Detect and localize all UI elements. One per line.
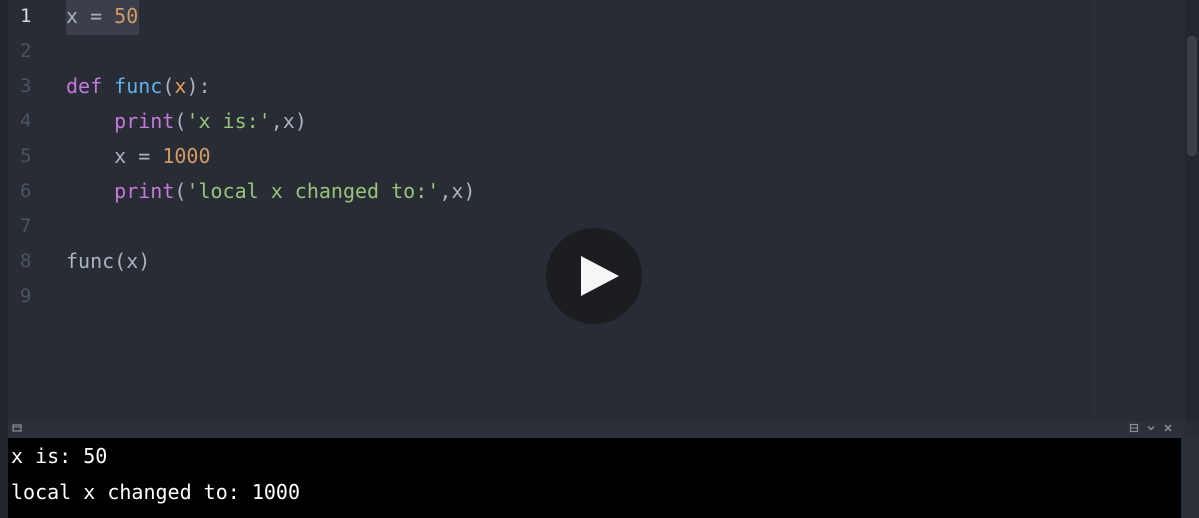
line-number: 6 <box>20 180 32 202</box>
code-token-paren: ( <box>174 109 187 133</box>
code-token-variable: x <box>114 144 127 168</box>
wrap-guide <box>1094 0 1095 421</box>
code-line-8[interactable]: func(x) <box>66 245 150 280</box>
code-line-6[interactable]: print('local x changed to:',x) <box>66 175 475 210</box>
code-token-number: 50 <box>114 4 139 28</box>
line-number: 3 <box>20 75 32 97</box>
output-panel-header <box>8 421 1185 438</box>
code-token-rest: ,x) <box>270 109 307 133</box>
line-number: 4 <box>20 110 32 132</box>
chevron-down-icon[interactable] <box>1145 423 1157 435</box>
line-number: 1 <box>20 5 32 27</box>
code-line-4[interactable]: print('x is:',x) <box>66 105 307 140</box>
output-console[interactable]: x is: 50 local x changed to: 1000 <box>8 438 1181 518</box>
code-token-keyword: def <box>66 74 103 98</box>
line-number: 2 <box>20 40 32 62</box>
code-token-function: func <box>114 74 163 98</box>
code-token-call: func(x) <box>66 249 151 273</box>
line-number: 8 <box>20 250 32 272</box>
code-token-builtin: print <box>114 179 175 203</box>
code-editor[interactable]: 1 2 3 4 5 6 7 8 9 x = 50 def func(x): pr… <box>0 0 1199 421</box>
line-number: 5 <box>20 145 32 167</box>
scrollbar-thumb[interactable] <box>1187 36 1197 156</box>
play-button[interactable] <box>546 228 642 324</box>
code-token-paren: ( <box>174 179 187 203</box>
code-token-paren: ): <box>186 74 211 98</box>
code-token-paren: ( <box>162 74 175 98</box>
code-token-variable: x <box>66 4 79 28</box>
code-line-3[interactable]: def func(x): <box>66 70 211 105</box>
code-line-1[interactable]: x = 50 <box>66 0 140 35</box>
console-output-line: local x changed to: 1000 <box>11 480 300 504</box>
line-number: 7 <box>20 215 32 237</box>
code-token-builtin: print <box>114 109 175 133</box>
code-token-rest: ,x) <box>439 179 476 203</box>
code-token-string: 'x is:' <box>186 109 271 133</box>
code-token-operator: = <box>78 4 115 28</box>
code-token-parameter: x <box>174 74 187 98</box>
line-number-gutter: 1 2 3 4 5 6 7 8 9 <box>8 0 60 421</box>
play-icon <box>581 256 619 296</box>
code-token-string: 'local x changed to:' <box>186 179 440 203</box>
close-icon[interactable] <box>1162 423 1174 435</box>
code-line-5[interactable]: x = 1000 <box>66 140 211 175</box>
code-token-operator: = <box>126 144 163 168</box>
console-output-line: x is: 50 <box>11 444 108 468</box>
panel-icon[interactable] <box>11 423 23 435</box>
maximize-icon[interactable] <box>1128 423 1140 435</box>
code-token-number: 1000 <box>162 144 211 168</box>
left-edge <box>0 0 8 518</box>
line-number: 9 <box>20 285 32 307</box>
console-scrollbar[interactable] <box>1181 438 1199 518</box>
